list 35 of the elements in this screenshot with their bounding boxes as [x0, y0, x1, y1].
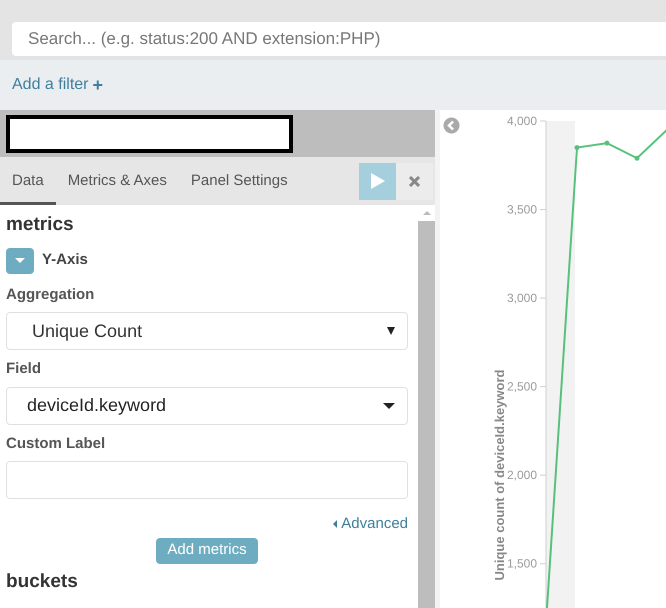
collapse-icon[interactable] [443, 117, 460, 134]
search-field[interactable]: Search... (e.g. status:200 AND extension:PHP) [12, 22, 666, 56]
data-point [574, 145, 580, 150]
caret-down-icon [15, 258, 25, 263]
caret-icon [383, 402, 395, 408]
toggle-button[interactable] [6, 248, 34, 274]
y-tick-label: 4,000 [506, 114, 537, 128]
close-button[interactable] [396, 162, 433, 200]
field-label: Custom Label [6, 434, 106, 454]
close-icon [409, 176, 420, 186]
tab[interactable]: Panel Settings [178, 157, 300, 205]
y-tick-label: 3,000 [506, 291, 537, 306]
section-heading: metrics [6, 213, 75, 237]
caret-icon [387, 327, 395, 335]
tab[interactable]: Data [0, 157, 56, 205]
field-label: Field [6, 359, 42, 379]
field-label: Aggregation [6, 284, 96, 304]
y-tick-label: 2,000 [506, 468, 537, 482]
caret-left-icon [333, 520, 338, 528]
play-icon [370, 173, 384, 189]
section-heading: buckets [6, 570, 79, 594]
data-point [634, 156, 640, 161]
add-filter-link[interactable]: Add a filter + [12, 72, 103, 98]
custom-label-input[interactable] [6, 461, 408, 499]
agg-title: Y-Axis [42, 250, 88, 270]
y-axis-title: Unique count of deviceId.keyword [492, 370, 507, 580]
tab[interactable]: Metrics & Axes [56, 157, 179, 205]
data-point [604, 140, 610, 146]
y-tick-label: 3,500 [506, 202, 537, 217]
y-tick-label: 2,500 [506, 380, 537, 394]
field-select[interactable]: deviceId.keyword [6, 386, 408, 424]
y-tick-label: 1,500 [506, 556, 537, 571]
advanced-link[interactable]: Advanced [333, 513, 408, 536]
aggregation-select[interactable]: Unique Count [6, 312, 408, 350]
apply-button[interactable] [359, 162, 396, 200]
